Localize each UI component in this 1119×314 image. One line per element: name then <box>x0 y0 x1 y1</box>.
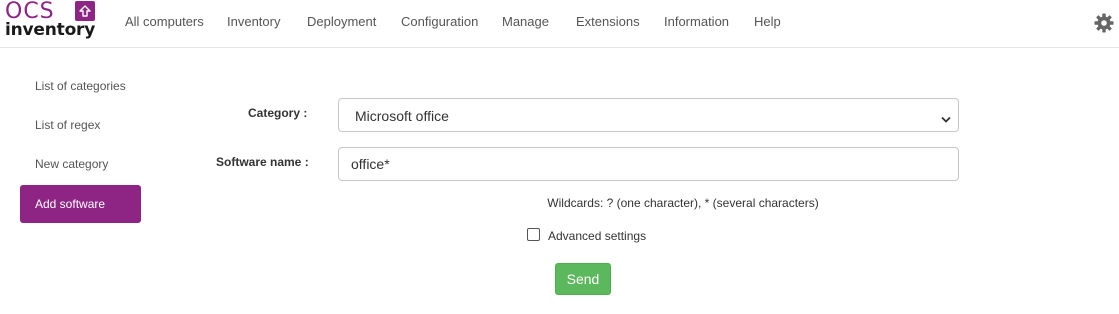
software-name-input[interactable] <box>338 147 959 181</box>
nav-extensions[interactable]: Extensions <box>576 14 640 30</box>
sidebar-item-list-of-categories[interactable]: List of categories <box>20 67 141 105</box>
upload-arrow-icon <box>75 1 95 21</box>
ocs-inventory-logo[interactable]: OCS inventory <box>5 1 97 43</box>
nav-manage[interactable]: Manage <box>502 14 549 30</box>
sidebar-item-list-of-regex[interactable]: List of regex <box>20 106 141 144</box>
nav-help[interactable]: Help <box>754 14 781 30</box>
nav-all-computers[interactable]: All computers <box>125 14 204 30</box>
gear-icon[interactable] <box>1094 13 1114 33</box>
top-navbar: OCS inventory All computers Inventory De… <box>0 0 1119 48</box>
logo-product-text: inventory <box>5 20 96 40</box>
nav-configuration[interactable]: Configuration <box>401 14 478 30</box>
chevron-down-icon <box>941 111 951 123</box>
category-select-value: Microsoft office <box>355 108 449 124</box>
sidebar-item-new-category[interactable]: New category <box>20 145 141 183</box>
category-label: Category : <box>248 106 308 120</box>
wildcards-hint: Wildcards: ? (one character), * (several… <box>547 196 819 210</box>
software-name-label: Software name : <box>216 155 309 169</box>
nav-inventory[interactable]: Inventory <box>227 14 280 30</box>
nav-deployment[interactable]: Deployment <box>307 14 376 30</box>
advanced-settings-label[interactable]: Advanced settings <box>548 229 646 243</box>
nav-information[interactable]: Information <box>664 14 729 30</box>
send-button[interactable]: Send <box>555 263 611 295</box>
advanced-settings-checkbox[interactable] <box>527 228 540 241</box>
category-select[interactable]: Microsoft office <box>338 98 959 132</box>
